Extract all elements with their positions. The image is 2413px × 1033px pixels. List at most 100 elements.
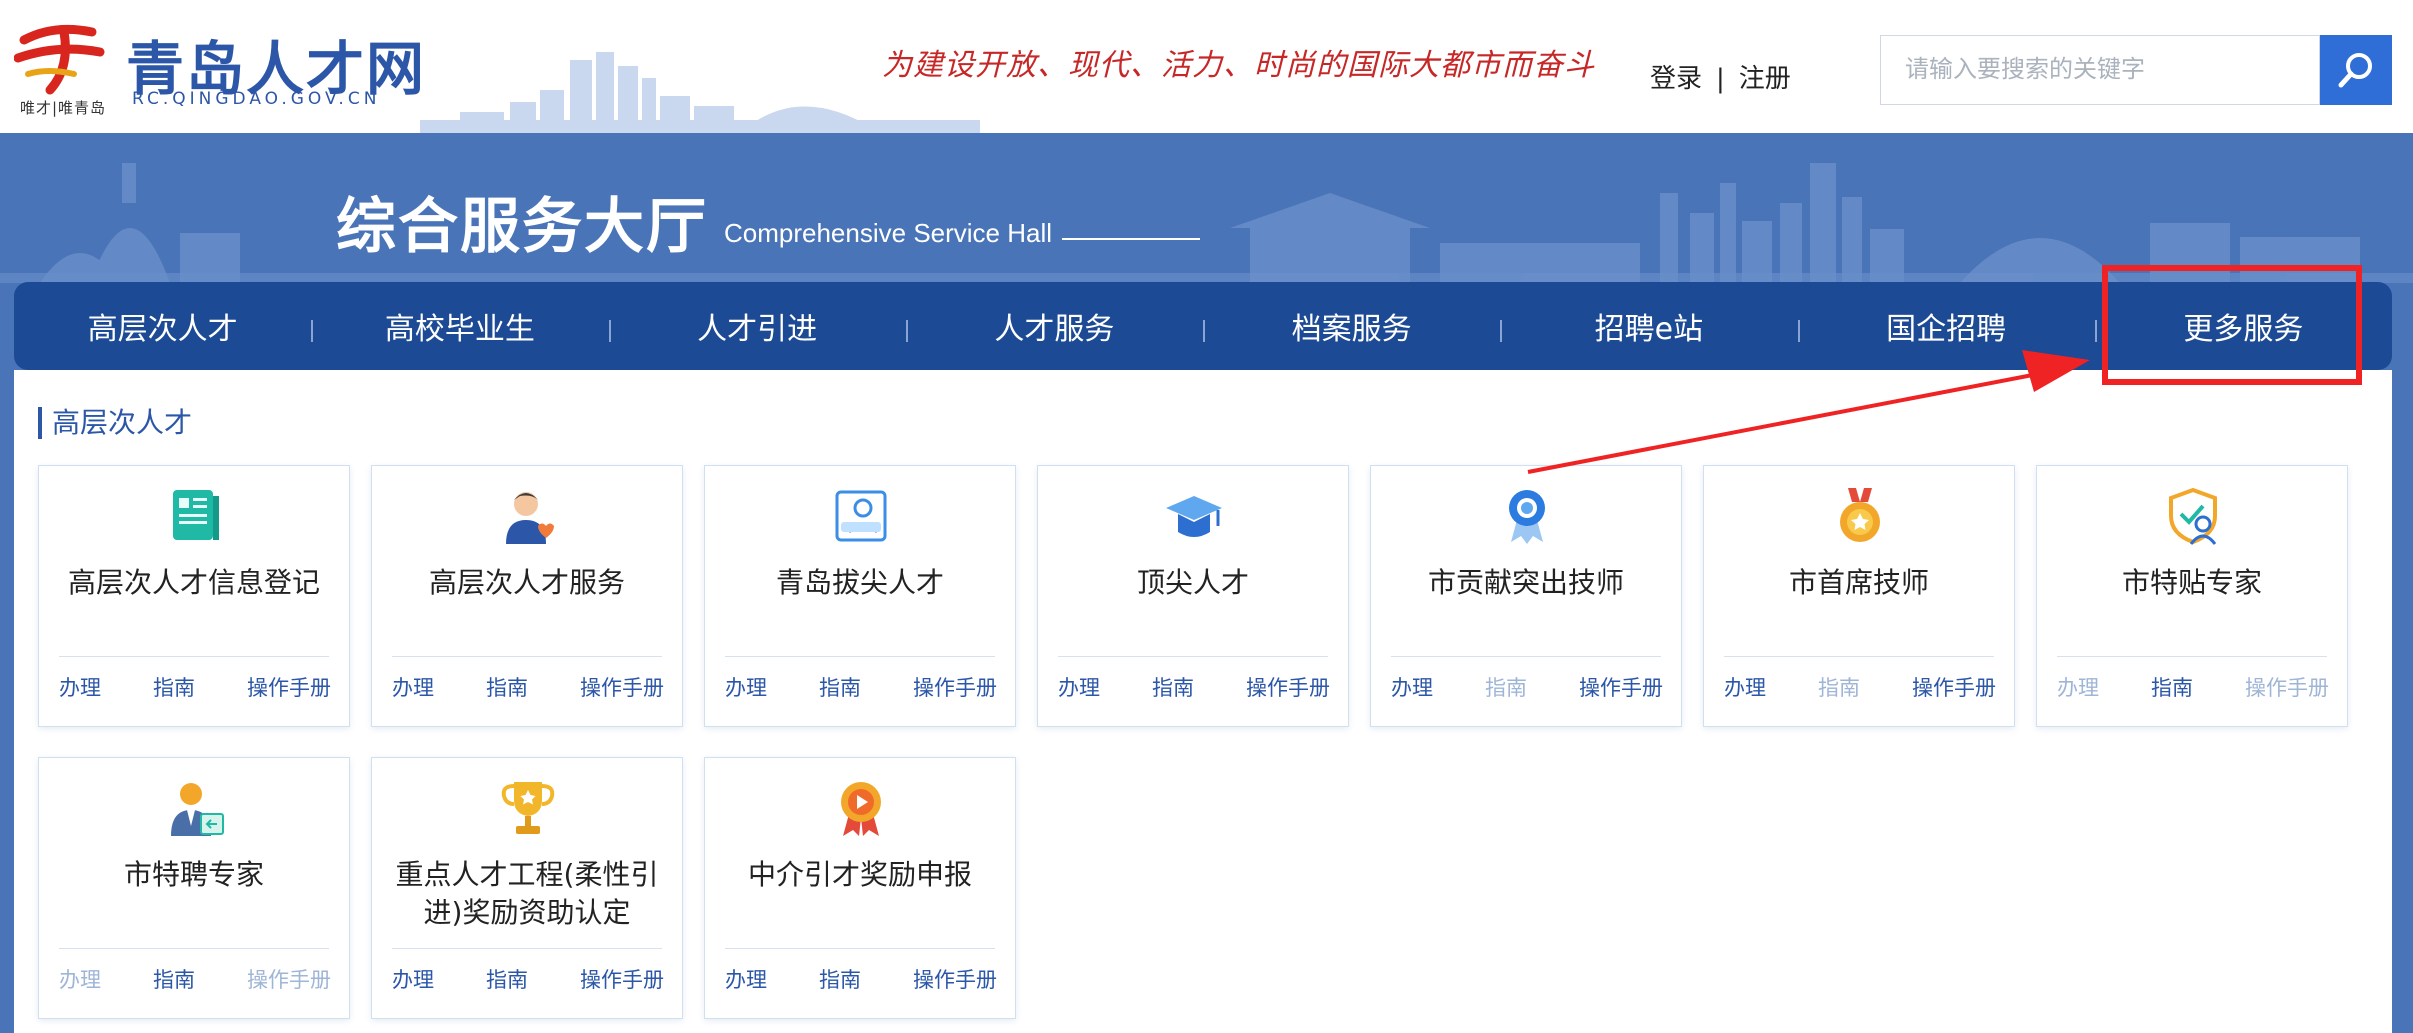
guide-link[interactable]: 指南 — [1818, 672, 1860, 702]
manual-link[interactable]: 操作手册 — [1246, 672, 1330, 702]
site-header: 唯才|唯青岛 青岛人才网 RC.QINGDAO.GOV.CN 为建设开放、现代、… — [0, 0, 2413, 133]
handle-link[interactable]: 办理 — [1724, 672, 1766, 702]
card-divider — [59, 656, 329, 657]
service-card[interactable]: 中介引才奖励申报 办理 指南 操作手册 — [704, 757, 1016, 1019]
guide-link[interactable]: 指南 — [1152, 672, 1194, 702]
manual-link[interactable]: 操作手册 — [913, 672, 997, 702]
manual-link[interactable]: 操作手册 — [1912, 672, 1996, 702]
handle-link[interactable]: 办理 — [725, 964, 767, 994]
handle-link[interactable]: 办理 — [725, 672, 767, 702]
nav-graduates[interactable]: 高校毕业生 — [311, 282, 608, 370]
logo-slogan: 唯才|唯青岛 — [20, 99, 107, 117]
handle-link[interactable]: 办理 — [392, 672, 434, 702]
nav-talent-introduction[interactable]: 人才引进 — [608, 282, 906, 370]
nav-talent-service[interactable]: 人才服务 — [905, 282, 1203, 370]
manual-link[interactable]: 操作手册 — [913, 964, 997, 994]
guide-link[interactable]: 指南 — [153, 964, 195, 994]
auth-links: 登录 | 注册 — [1650, 58, 1791, 95]
trophy-icon — [501, 782, 555, 834]
card-divider — [2057, 656, 2327, 657]
shield-user-icon — [2169, 487, 2217, 545]
play-medal-icon — [841, 782, 881, 836]
card-divider — [1058, 656, 1328, 657]
card-links: 办理 指南 操作手册 — [2057, 672, 2329, 702]
card-divider — [725, 948, 995, 949]
nav-archive-service[interactable]: 档案服务 — [1203, 282, 1500, 370]
guide-link[interactable]: 指南 — [2151, 672, 2193, 702]
nav-recruit-station[interactable]: 招聘e站 — [1500, 282, 1797, 370]
card-links: 办理 指南 操作手册 — [725, 672, 997, 702]
card-links: 办理 指南 操作手册 — [1058, 672, 1330, 702]
handle-link[interactable]: 办理 — [59, 964, 101, 994]
card-links: 办理 指南 操作手册 — [392, 672, 664, 702]
card-title: 高层次人才信息登记 — [67, 566, 320, 599]
card-divider — [1391, 656, 1661, 657]
card-divider — [392, 948, 662, 949]
expert-badge-icon — [171, 783, 224, 836]
service-card[interactable]: 高层次人才信息登记 办理 指南 操作手册 — [38, 465, 350, 727]
register-link[interactable]: 注册 — [1739, 58, 1791, 95]
graduation-cap-icon — [1166, 496, 1222, 537]
section-title: 高层次人才 — [38, 407, 192, 439]
site-domain: RC.QINGDAO.GOV.CN — [132, 89, 381, 109]
service-card[interactable]: 市首席技师 办理 指南 操作手册 — [1703, 465, 2015, 727]
talent-id-icon — [835, 490, 887, 542]
service-card[interactable]: 市特聘专家 办理 指南 操作手册 — [38, 757, 350, 1019]
service-card[interactable]: 青岛拔尖人才 办理 指南 操作手册 — [704, 465, 1016, 727]
guide-link[interactable]: 指南 — [1485, 672, 1527, 702]
card-title: 中介引才奖励申报 — [747, 858, 972, 891]
handle-link[interactable]: 办理 — [1058, 672, 1100, 702]
card-divider — [1724, 656, 1994, 657]
manual-link[interactable]: 操作手册 — [580, 964, 664, 994]
card-links: 办理 指南 操作手册 — [59, 672, 331, 702]
logo-icon[interactable] — [14, 18, 106, 98]
service-card[interactable]: 市特贴专家 办理 指南 操作手册 — [2036, 465, 2348, 727]
search-input[interactable] — [1881, 36, 2329, 102]
card-title: 市贡献突出技师 — [1427, 566, 1624, 599]
manual-link[interactable]: 操作手册 — [247, 672, 331, 702]
manual-link[interactable]: 操作手册 — [247, 964, 331, 994]
handle-link[interactable]: 办理 — [59, 672, 101, 702]
nav-high-level-talent[interactable]: 高层次人才 — [14, 282, 311, 370]
card-links: 办理 指南 操作手册 — [725, 964, 997, 994]
card-title: 重点人才工程(柔性引进)奖励资助认定 — [395, 858, 659, 929]
guide-link[interactable]: 指南 — [819, 964, 861, 994]
handle-link[interactable]: 办理 — [2057, 672, 2099, 702]
guide-link[interactable]: 指南 — [153, 672, 195, 702]
service-card[interactable]: 高层次人才服务 办理 指南 操作手册 — [371, 465, 683, 727]
hall-title: 综合服务大厅 — [336, 192, 708, 262]
nav-soe-recruitment[interactable]: 国企招聘 — [1797, 282, 2095, 370]
service-card[interactable]: 市贡献突出技师 办理 指南 操作手册 — [1370, 465, 1682, 727]
card-links: 办理 指南 操作手册 — [59, 964, 331, 994]
card-links: 办理 指南 操作手册 — [1391, 672, 1663, 702]
medal-icon — [1840, 488, 1880, 542]
handle-link[interactable]: 办理 — [392, 964, 434, 994]
header-slogan: 为建设开放、现代、活力、时尚的国际大都市而奋斗 — [882, 48, 1595, 83]
search-icon — [2338, 53, 2372, 88]
manual-link[interactable]: 操作手册 — [580, 672, 664, 702]
hall-subtitle: Comprehensive Service Hall — [724, 218, 1053, 248]
info-register-icon — [173, 490, 219, 540]
card-title: 市首席技师 — [1788, 566, 1929, 599]
card-links: 办理 指南 操作手册 — [392, 964, 664, 994]
service-card[interactable]: 重点人才工程(柔性引进)奖励资助认定 办理 指南 操作手册 — [371, 757, 683, 1019]
auth-separator: | — [1716, 64, 1725, 94]
card-divider — [725, 656, 995, 657]
guide-link[interactable]: 指南 — [486, 672, 528, 702]
card-title: 市特聘专家 — [123, 858, 264, 891]
card-title: 顶尖人才 — [1136, 566, 1249, 599]
search-button[interactable] — [2320, 35, 2392, 105]
card-title: 高层次人才服务 — [428, 566, 625, 599]
service-card[interactable]: 顶尖人才 办理 指南 操作手册 — [1037, 465, 1349, 727]
manual-link[interactable]: 操作手册 — [1579, 672, 1663, 702]
login-link[interactable]: 登录 — [1650, 58, 1702, 95]
manual-link[interactable]: 操作手册 — [2245, 672, 2329, 702]
main-nav: 高层次人才 高校毕业生 人才引进 人才服务 档案服务 招聘e站 国企招聘 更多服… — [14, 282, 2392, 370]
rosette-icon — [1509, 490, 1545, 544]
person-heart-icon — [506, 492, 554, 544]
handle-link[interactable]: 办理 — [1391, 672, 1433, 702]
guide-link[interactable]: 指南 — [819, 672, 861, 702]
hall-underline — [1062, 238, 1200, 240]
card-divider — [392, 656, 662, 657]
guide-link[interactable]: 指南 — [486, 964, 528, 994]
